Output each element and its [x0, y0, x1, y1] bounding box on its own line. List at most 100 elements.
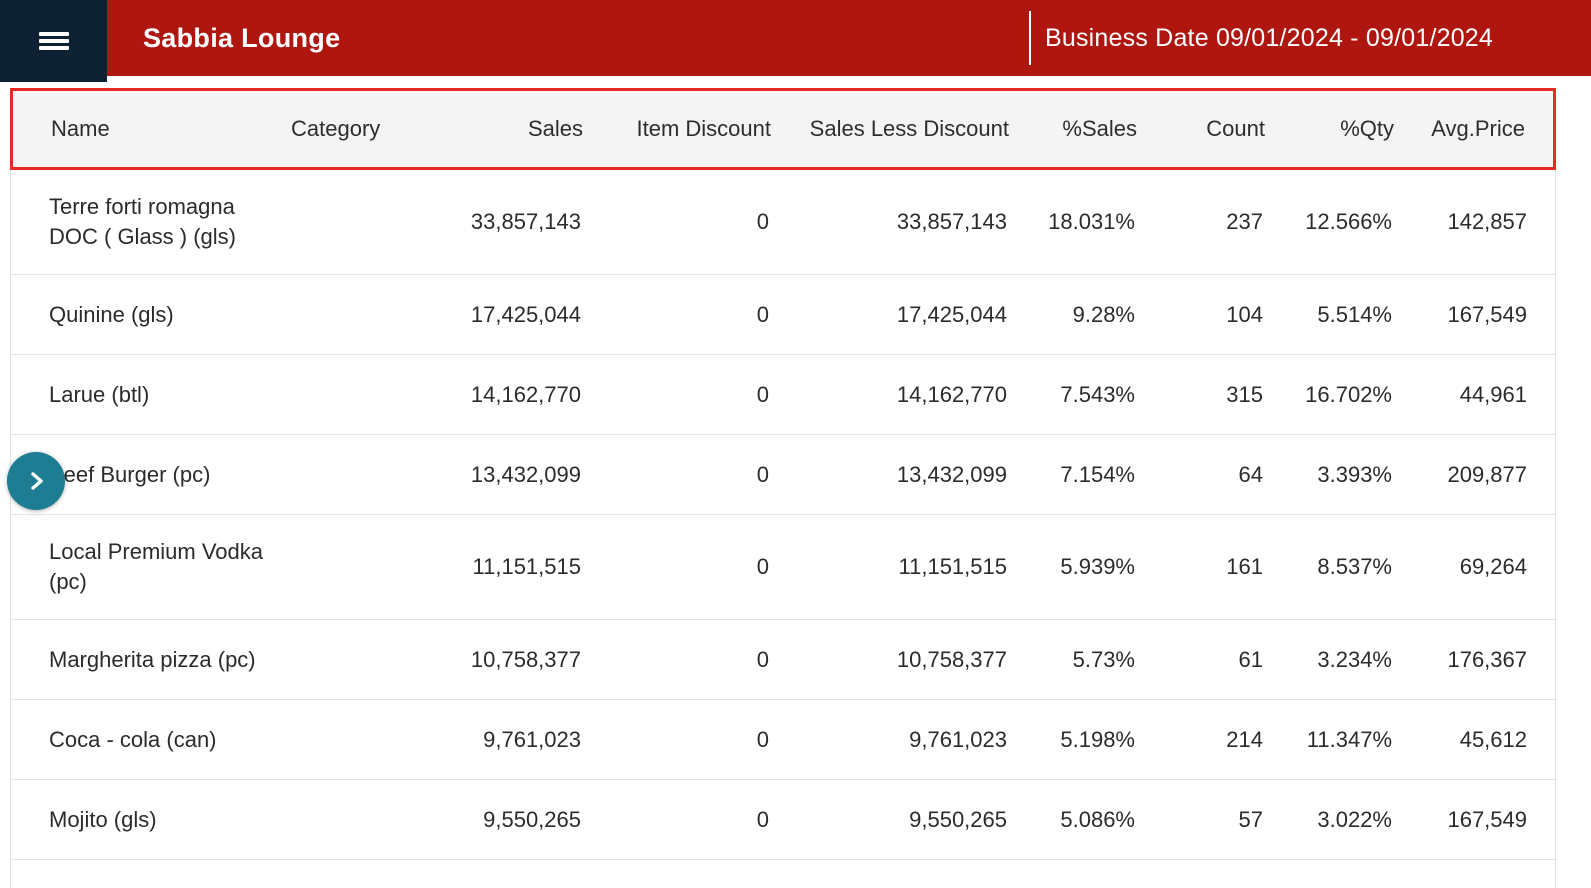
- cell-pct-sales: 5.198%: [1031, 703, 1159, 777]
- cell-pct-sales: 18.031%: [1031, 185, 1159, 259]
- column-header-avg_price[interactable]: Avg.Price: [1418, 116, 1553, 142]
- cell-count: 237: [1159, 185, 1287, 259]
- hamburger-menu-icon: [39, 32, 69, 50]
- cell-category: [269, 798, 469, 842]
- cell-sales: 10,758,377: [469, 623, 605, 697]
- cell-name: Mojito (gls): [11, 783, 269, 857]
- cell-avg-price: 167,549: [1416, 783, 1555, 857]
- cell-sales: 14,162,770: [469, 358, 605, 432]
- cell-name: Coca - cola (can): [11, 703, 269, 777]
- cell-name: Quinine (gls): [11, 278, 269, 352]
- sales-report-table: NameCategorySalesItem DiscountSales Less…: [10, 88, 1556, 888]
- cell-item-discount: 0: [605, 703, 793, 777]
- cell-sales-less-discount: 17,425,044: [793, 278, 1031, 352]
- table-row: Beef Burger (pc) 13,432,099 0 13,432,099…: [11, 435, 1555, 515]
- cell-avg-price: 142,857: [1416, 185, 1555, 259]
- chevron-right-icon: [23, 468, 49, 494]
- cell-pct-sales: 5.939%: [1031, 530, 1159, 604]
- cell-count: 104: [1159, 278, 1287, 352]
- cell-category: [269, 545, 469, 589]
- cell-pct-qty: 3.393%: [1287, 438, 1416, 512]
- column-header-category[interactable]: Category: [271, 116, 471, 142]
- cell-category: [269, 293, 469, 337]
- cell-sales-less-discount: 14,162,770: [793, 358, 1031, 432]
- cell-pct-qty: 16.702%: [1287, 358, 1416, 432]
- cell-count: 61: [1159, 623, 1287, 697]
- cell-item-discount: 0: [605, 358, 793, 432]
- business-date-filter[interactable]: Business Date 09/01/2024 - 09/01/2024: [1045, 24, 1493, 53]
- cell-item-discount: 0: [605, 278, 793, 352]
- expand-drawer-button[interactable]: [7, 452, 65, 510]
- cell-pct-qty: 3.022%: [1287, 783, 1416, 857]
- cell-category: [269, 453, 469, 497]
- screen: Sabbia Lounge Business Date 09/01/2024 -…: [0, 0, 1591, 888]
- column-header-sales[interactable]: Sales: [471, 116, 607, 142]
- header-divider: [1029, 11, 1031, 65]
- cell-pct-sales: 9.28%: [1031, 278, 1159, 352]
- cell-sales-less-discount: 9,761,023: [793, 703, 1031, 777]
- menu-button[interactable]: [0, 0, 107, 82]
- cell-pct-sales: 7.154%: [1031, 438, 1159, 512]
- cell-sales-less-discount: 13,432,099: [793, 438, 1031, 512]
- column-header-item_discount[interactable]: Item Discount: [607, 116, 795, 142]
- table-row: Local Premium Vodka (pc) 11,151,515 0 11…: [11, 515, 1555, 620]
- cell-count: 57: [1159, 783, 1287, 857]
- cell-sales-less-discount: 11,151,515: [793, 530, 1031, 604]
- cell-pct-sales: 7.543%: [1031, 358, 1159, 432]
- table-row: Quinine (gls) 17,425,044 0 17,425,044 9.…: [11, 275, 1555, 355]
- cell-pct-qty: 3.234%: [1287, 623, 1416, 697]
- cell-avg-price: 45,612: [1416, 703, 1555, 777]
- business-date-area: Business Date 09/01/2024 - 09/01/2024: [1029, 0, 1493, 76]
- column-header-pct_qty[interactable]: %Qty: [1289, 116, 1418, 142]
- cell-pct-qty: 5.514%: [1287, 278, 1416, 352]
- cell-pct-qty: 12.566%: [1287, 185, 1416, 259]
- cell-item-discount: 0: [605, 438, 793, 512]
- cell-sales: 13,432,099: [469, 438, 605, 512]
- cell-category: [269, 718, 469, 762]
- table-row: Larue (btl) 14,162,770 0 14,162,770 7.54…: [11, 355, 1555, 435]
- table-row: Margherita pizza (pc) 10,758,377 0 10,75…: [11, 620, 1555, 700]
- table-header-row: NameCategorySalesItem DiscountSales Less…: [10, 88, 1556, 170]
- cell-item-discount: 0: [605, 530, 793, 604]
- cell-count: 64: [1159, 438, 1287, 512]
- table-row: Mojito (gls) 9,550,265 0 9,550,265 5.086…: [11, 780, 1555, 860]
- table-body: Terre forti romagna DOC ( Glass ) (gls) …: [10, 170, 1556, 888]
- cell-item-discount: 0: [605, 783, 793, 857]
- cell-name: Margherita pizza (pc): [11, 623, 269, 697]
- column-header-name[interactable]: Name: [13, 116, 271, 142]
- cell-sales-less-discount: 33,857,143: [793, 185, 1031, 259]
- page-title: Sabbia Lounge: [143, 0, 340, 76]
- cell-avg-price: 44,961: [1416, 358, 1555, 432]
- cell-avg-price: 176,367: [1416, 623, 1555, 697]
- cell-pct-sales: 5.086%: [1031, 783, 1159, 857]
- cell-avg-price: 69,264: [1416, 530, 1555, 604]
- cell-count: 161: [1159, 530, 1287, 604]
- app-bar: Sabbia Lounge Business Date 09/01/2024 -…: [0, 0, 1591, 76]
- cell-name: Terre forti romagna DOC ( Glass ) (gls): [11, 170, 269, 274]
- cell-sales: 9,550,265: [469, 783, 605, 857]
- cell-category: [269, 638, 469, 682]
- cell-count: 214: [1159, 703, 1287, 777]
- column-header-sales_less_discount[interactable]: Sales Less Discount: [795, 116, 1033, 142]
- cell-name: Local Premium Vodka (pc): [11, 515, 269, 619]
- cell-count: 315: [1159, 358, 1287, 432]
- cell-sales: 33,857,143: [469, 185, 605, 259]
- cell-pct-qty: 8.537%: [1287, 530, 1416, 604]
- cell-pct-sales: 5.73%: [1031, 623, 1159, 697]
- table-row: Coca - cola (can) 9,761,023 0 9,761,023 …: [11, 700, 1555, 780]
- cell-avg-price: 167,549: [1416, 278, 1555, 352]
- cell-name: Larue (btl): [11, 358, 269, 432]
- cell-category: [269, 200, 469, 244]
- column-header-count[interactable]: Count: [1161, 116, 1289, 142]
- cell-sales: 9,761,023: [469, 703, 605, 777]
- cell-sales: 17,425,044: [469, 278, 605, 352]
- cell-pct-qty: 11.347%: [1287, 703, 1416, 777]
- column-header-pct_sales[interactable]: %Sales: [1033, 116, 1161, 142]
- cell-item-discount: 0: [605, 623, 793, 697]
- cell-category: [269, 373, 469, 417]
- cell-sales-less-discount: 9,550,265: [793, 783, 1031, 857]
- cell-sales-less-discount: 10,758,377: [793, 623, 1031, 697]
- cell-avg-price: 209,877: [1416, 438, 1555, 512]
- cell-item-discount: 0: [605, 185, 793, 259]
- table-row: Terre forti romagna DOC ( Glass ) (gls) …: [11, 170, 1555, 275]
